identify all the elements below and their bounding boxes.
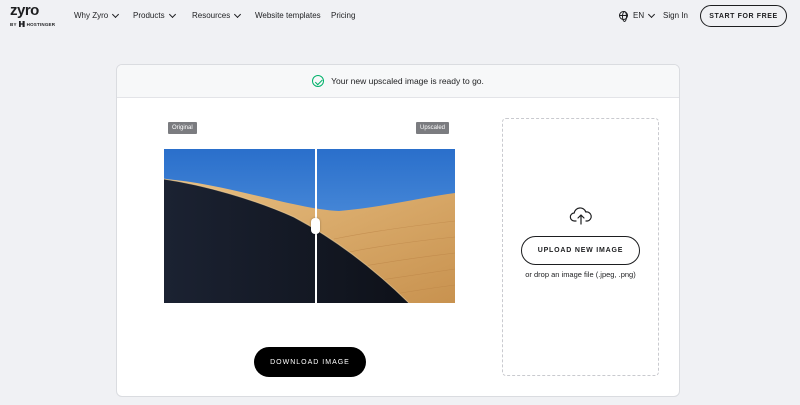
check-circle-icon (312, 75, 325, 87)
nav-pricing[interactable]: Pricing (331, 11, 355, 20)
chevron-down-icon (168, 10, 176, 18)
nav-pricing-label: Pricing (331, 11, 356, 20)
cloud-upload-icon (569, 207, 592, 225)
logo-wordmark: zyro (10, 2, 39, 19)
language-selector[interactable]: EN (619, 10, 656, 22)
nav-products[interactable]: Products (133, 10, 176, 20)
chevron-down-icon (234, 10, 242, 18)
logo-byline-parent: HOSTINGER (26, 21, 56, 27)
success-banner: Your new upscaled image is ready to go. (117, 65, 679, 98)
desert-dune-image (164, 149, 455, 303)
chevron-down-icon (112, 10, 120, 18)
top-navigation: zyro BY HOSTINGER Why Zyro Products Reso… (0, 0, 800, 32)
nav-website-templates-label: Website templates (255, 11, 321, 20)
language-label: EN (633, 11, 645, 20)
chevron-down-icon (648, 10, 656, 18)
nav-website-templates[interactable]: Website templates (255, 11, 321, 20)
upscaled-label: Upscaled (416, 122, 450, 134)
hostinger-icon (18, 21, 25, 27)
image-comparison-slider[interactable] (164, 149, 455, 303)
upload-drop-zone[interactable]: UPLOAD NEW IMAGE or drop an image file (… (502, 118, 659, 376)
success-message: Your new upscaled image is ready to go. (331, 76, 484, 86)
nav-resources-label: Resources (192, 11, 231, 20)
comparison-drag-handle[interactable] (311, 218, 320, 234)
sign-in-link[interactable]: Sign In (663, 11, 688, 20)
globe-icon (619, 11, 628, 22)
logo-byline: BY HOSTINGER (10, 21, 55, 27)
nav-resources[interactable]: Resources (192, 10, 242, 20)
upload-new-image-button[interactable]: UPLOAD NEW IMAGE (521, 236, 640, 265)
sign-in-label: Sign In (663, 11, 688, 20)
nav-why-zyro-label: Why Zyro (74, 11, 109, 20)
nav-why-zyro[interactable]: Why Zyro (74, 10, 120, 20)
logo-byline-by: BY (10, 21, 17, 27)
nav-products-label: Products (133, 11, 165, 20)
upscale-result-card: Your new upscaled image is ready to go. … (116, 64, 680, 397)
drop-hint-text: or drop an image file (.jpeg, .png) (525, 270, 636, 279)
start-for-free-button[interactable]: START FOR FREE (700, 5, 787, 27)
zyro-logo[interactable]: zyro BY HOSTINGER (10, 2, 55, 28)
original-label: Original (168, 122, 197, 134)
download-image-button[interactable]: DOWNLOAD IMAGE (254, 347, 366, 377)
